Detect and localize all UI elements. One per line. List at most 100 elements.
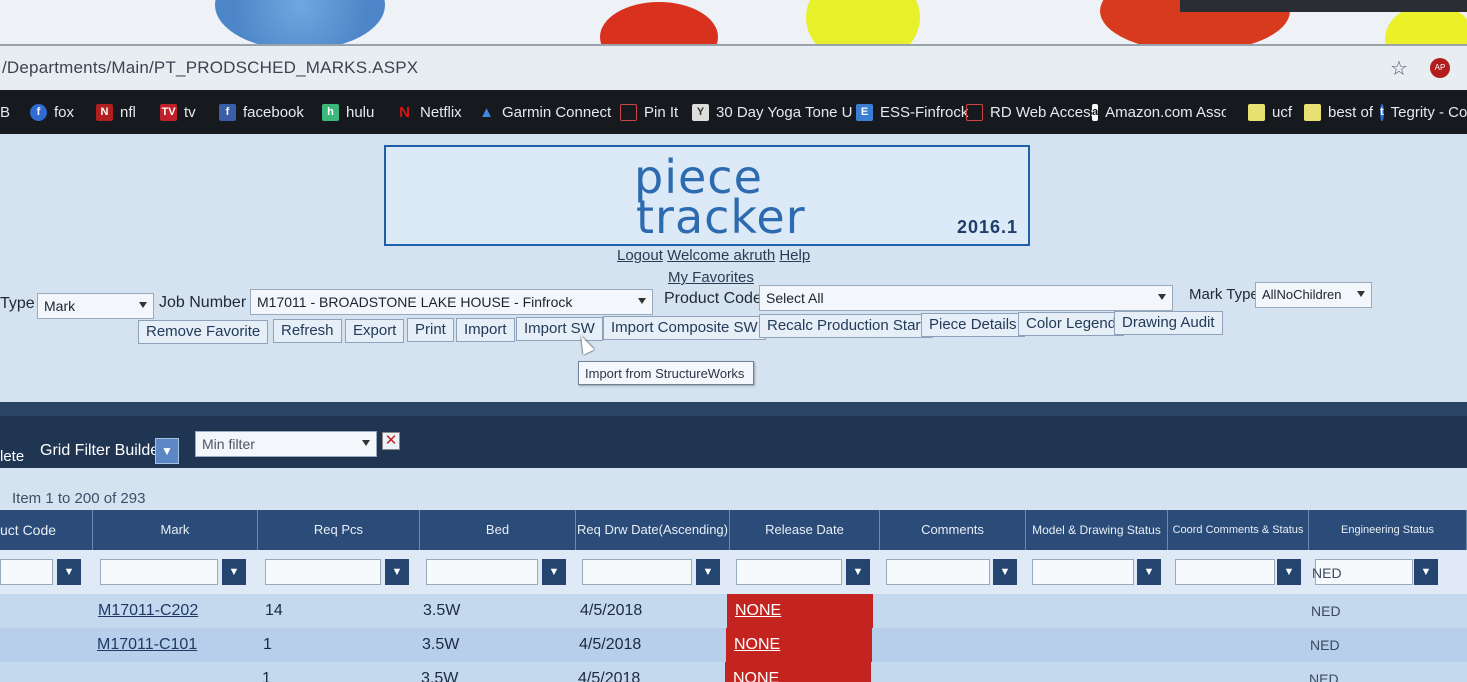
req-pcs-cell: 1 — [263, 636, 272, 653]
export-button[interactable]: Export — [345, 319, 405, 343]
bookmark-nfl[interactable]: Nnfl — [96, 101, 136, 123]
bookmark-bestof[interactable]: best of — [1304, 101, 1373, 123]
bookmark-garmin[interactable]: ▲ Garmin Connect — [478, 101, 611, 123]
table-row[interactable]: M17011-C202 14 3.5W 4/5/2018 NONE NED — [0, 594, 1467, 628]
column-header[interactable]: Engineering Status — [1309, 510, 1467, 550]
engineering-status-cell: NED — [1309, 671, 1339, 682]
bookmark-netflix[interactable]: N Netflix — [396, 101, 462, 123]
extension-icon[interactable]: AP — [1430, 58, 1450, 78]
address-url[interactable]: /Departments/Main/PT_PRODSCHED_MARKS.ASP… — [2, 58, 418, 78]
monitor-bezel — [1180, 0, 1467, 12]
req-date-cell: 4/5/2018 — [578, 670, 641, 682]
mark-type-select[interactable]: AllNoChildren — [1255, 282, 1372, 308]
bookmark-label: B — [0, 103, 11, 121]
chevron-down-icon — [1158, 294, 1166, 300]
import-button[interactable]: Import — [456, 318, 515, 342]
ess-icon: E — [856, 103, 873, 121]
amazon-icon: a — [1092, 103, 1099, 121]
grid-toolbar-divider — [0, 402, 1467, 416]
logo-version: 2016.1 — [956, 217, 1018, 237]
column-header[interactable]: Req Drw Date(Ascending) — [576, 510, 730, 550]
bookmark-hulu[interactable]: h hulu — [322, 101, 374, 123]
welcome-link[interactable]: Welcome akruth — [667, 247, 775, 264]
folder-icon — [1248, 103, 1265, 121]
bookmark-rdweb[interactable]: RD Web Access — [966, 101, 1098, 123]
bookmark-tv[interactable]: TV tv — [160, 101, 196, 123]
bookmark-star-icon[interactable]: ☆ — [1390, 56, 1408, 81]
saved-filter-select[interactable]: Min filter — [195, 431, 377, 457]
help-link[interactable]: Help — [779, 247, 810, 264]
my-favorites-link[interactable]: My Favorites — [668, 269, 754, 286]
fox-icon: f — [30, 103, 47, 121]
color-legend-button[interactable]: Color Legend — [1018, 312, 1125, 336]
garmin-icon: ▲ — [479, 103, 494, 121]
req-pcs-cell: 14 — [265, 602, 283, 619]
bed-cell: 3.5W — [422, 636, 460, 653]
bookmark-label: best of — [1328, 103, 1374, 121]
refresh-button[interactable]: Refresh — [273, 319, 342, 343]
release-date-badge[interactable]: NONE — [725, 662, 871, 682]
column-header[interactable]: uct Code — [0, 510, 93, 550]
column-header[interactable]: Req Pcs — [258, 510, 420, 550]
remove-favorite-button[interactable]: Remove Favorite — [138, 320, 269, 344]
bookmark-fragment[interactable]: B — [0, 101, 10, 123]
column-header[interactable]: Comments — [880, 510, 1026, 550]
address-bar[interactable]: /Departments/Main/PT_PRODSCHED_MARKS.ASP… — [0, 44, 1467, 90]
grid-header: uct Code Mark Req Pcs Bed Req Drw Date(A… — [0, 510, 1467, 550]
bookmark-facebook[interactable]: f facebook — [219, 101, 304, 123]
bookmark-pinit[interactable]: Pin It — [620, 101, 678, 123]
product-code-select[interactable]: Select All — [759, 285, 1173, 311]
table-row[interactable]: M17011-C101 1 3.5W 4/5/2018 NONE NED — [0, 628, 1467, 662]
import-sw-button[interactable]: Import SW — [516, 317, 603, 341]
import-composite-sw-button[interactable]: Import Composite SW — [603, 316, 766, 340]
mark-link[interactable]: M17011-C101 — [97, 628, 197, 662]
bookmark-amazon[interactable]: a Amazon.com Associ — [1092, 101, 1226, 123]
wallpaper-blob — [600, 2, 718, 48]
item-count: Item 1 to 200 of 293 — [12, 490, 146, 507]
release-date-badge[interactable]: NONE — [726, 628, 872, 662]
bookmark-label: Garmin Connect — [502, 103, 612, 121]
bookmark-fox[interactable]: f fox — [30, 101, 74, 123]
table-row[interactable]: NED — [0, 562, 1467, 586]
table-row[interactable]: 1 3.5W 4/5/2018 NONE NED — [0, 662, 1467, 682]
print-button[interactable]: Print — [407, 318, 454, 342]
req-date-cell: 4/5/2018 — [580, 602, 643, 619]
piece-details-button[interactable]: Piece Details — [921, 313, 1025, 337]
page-content: piece tracker 2016.1 Logout Welcome akru… — [0, 134, 1467, 682]
saved-filter-value: Min filter — [202, 436, 255, 452]
clear-filter-icon[interactable]: ✕ — [382, 432, 400, 450]
recalc-production-start-button[interactable]: Recalc Production Start — [759, 314, 933, 338]
logout-link[interactable]: Logout — [617, 247, 663, 264]
yoga-icon: Y — [692, 103, 709, 121]
column-header[interactable]: Coord Comments & Status — [1168, 510, 1309, 550]
column-header[interactable]: Release Date — [730, 510, 880, 550]
tv-icon: TV — [160, 103, 177, 121]
logo-line-2: tracker — [636, 190, 806, 244]
grid-toolbar: lete Grid Filter Builder ▼ Min filter ✕ — [0, 402, 1467, 468]
chevron-down-icon — [139, 302, 147, 308]
column-header[interactable]: Model & Drawing Status — [1026, 510, 1168, 550]
mark-link[interactable]: M17011-C202 — [98, 594, 198, 628]
bookmark-yoga[interactable]: Y 30 Day Yoga Tone U — [692, 101, 853, 123]
wallpaper-blob — [215, 0, 385, 48]
bookmarks-bar: B f fox Nnfl TV tv f facebook h hulu N Netfli… — [0, 90, 1467, 134]
filter-icon[interactable]: ▼ — [155, 438, 179, 464]
bookmark-label: Netflix — [420, 103, 462, 121]
column-header[interactable]: Mark — [93, 510, 258, 550]
bookmark-ucf[interactable]: ucf — [1248, 101, 1292, 123]
job-number-select-value: M17011 - BROADSTONE LAKE HOUSE - Finfroc… — [257, 294, 573, 310]
mark-type-label: Mark Type — [1189, 286, 1259, 303]
facebook-icon: f — [219, 103, 236, 121]
release-date-badge[interactable]: NONE — [727, 594, 873, 628]
job-number-select[interactable]: M17011 - BROADSTONE LAKE HOUSE - Finfroc… — [250, 289, 653, 315]
delete-button[interactable]: lete — [0, 448, 24, 465]
column-header[interactable]: Bed — [420, 510, 576, 550]
bookmark-tegrity[interactable]: t Tegrity - Co — [1380, 101, 1467, 123]
drawing-audit-button[interactable]: Drawing Audit — [1114, 311, 1223, 335]
bookmark-ess[interactable]: E ESS-Finfrock — [856, 101, 968, 123]
netflix-icon: N — [399, 103, 410, 121]
bookmark-label: fox — [54, 103, 75, 121]
type-select[interactable]: Mark — [37, 293, 154, 319]
desktop-wallpaper — [0, 0, 1467, 48]
chevron-down-icon — [362, 440, 370, 446]
